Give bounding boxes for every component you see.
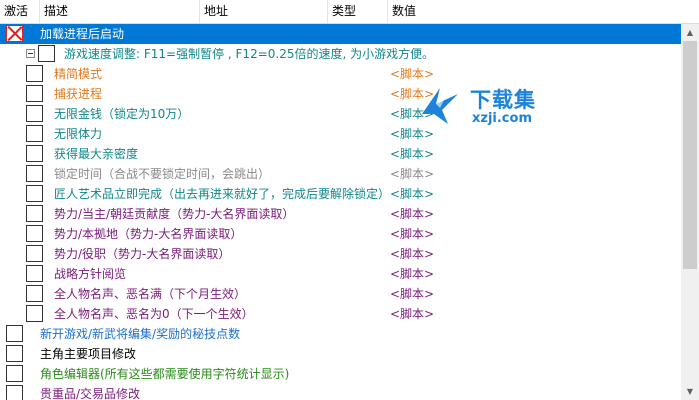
active-checkbox[interactable] (6, 345, 23, 362)
row-description: 无限金钱（锁定为10万） (54, 107, 190, 121)
header-description[interactable]: 描述 (40, 0, 200, 23)
table-row[interactable]: 贵重品/交易品修改 (0, 384, 681, 400)
table-row[interactable]: 加载进程后启动 (0, 24, 681, 44)
row-description: 角色编辑器(所有这些都需要使用字符统计显示) (40, 367, 290, 381)
row-value: <脚本> (390, 287, 435, 301)
header-address[interactable]: 地址 (200, 0, 328, 23)
row-value: <脚本> (390, 167, 435, 181)
row-description: 贵重品/交易品修改 (40, 387, 141, 400)
scroll-down-icon[interactable]: ▼ (681, 383, 699, 400)
table-row[interactable]: 游戏速度调整: F11=强制暂停 , F12=0.25倍的速度, 为小游戏方便。 (0, 44, 681, 64)
active-checkbox[interactable] (26, 205, 43, 222)
table-row[interactable]: 势力/本拠地（势力-大名界面读取） <脚本> (0, 224, 681, 244)
active-checkbox[interactable] (26, 245, 43, 262)
table-row[interactable]: 无限金钱（锁定为10万） <脚本> (0, 104, 681, 124)
active-checkbox[interactable] (26, 185, 43, 202)
header-active[interactable]: 激活 (0, 0, 40, 23)
row-description: 匠人艺术品立即完成（出去再进来就好了，完成后要解除锁定） (54, 187, 391, 201)
row-value: <脚本> (390, 207, 435, 221)
table-row[interactable]: 主角主要项目修改 (0, 344, 681, 364)
table-row[interactable]: 全人物名声、恶名满（下个月生效） <脚本> (0, 284, 681, 304)
active-checkbox[interactable] (6, 25, 23, 42)
table-row[interactable]: 角色编辑器(所有这些都需要使用字符统计显示) (0, 364, 681, 384)
row-value: <脚本> (390, 67, 435, 81)
collapse-icon[interactable] (26, 49, 35, 58)
row-value: <脚本> (390, 227, 435, 241)
table-row[interactable]: 锁定时间（合战不要锁定时间，会跳出） <脚本> (0, 164, 681, 184)
row-value: <脚本> (390, 107, 435, 121)
active-checkbox[interactable] (6, 385, 23, 400)
row-description: 捕获进程 (54, 87, 103, 101)
table-row[interactable]: 无限体力 <脚本> (0, 124, 681, 144)
active-checkbox[interactable] (26, 105, 43, 122)
row-description: 新开游戏/新武将编集/奖励的秘技点数 (40, 327, 241, 341)
row-description: 势力/役职（势力-大名界面读取） (54, 247, 231, 261)
active-checkbox[interactable] (26, 125, 43, 142)
row-description: 势力/本拠地（势力-大名界面读取） (54, 227, 243, 241)
header-value[interactable]: 数值 (388, 0, 681, 23)
table-row[interactable]: 势力/役职（势力-大名界面读取） <脚本> (0, 244, 681, 264)
row-description: 游戏速度调整: F11=强制暂停 , F12=0.25倍的速度, 为小游戏方便。 (64, 47, 435, 61)
active-checkbox[interactable] (26, 165, 43, 182)
row-description: 全人物名声、恶名为0（下一个生效） (54, 307, 254, 321)
table-row[interactable]: 战略方针阅览 <脚本> (0, 264, 681, 284)
row-description: 无限体力 (54, 127, 103, 141)
row-value: <脚本> (390, 147, 435, 161)
table-row[interactable]: 获得最大亲密度 <脚本> (0, 144, 681, 164)
vertical-scrollbar[interactable]: ▲ ▼ (681, 24, 699, 400)
row-description: 加载进程后启动 (40, 27, 125, 41)
column-header: 激活 描述 地址 类型 数值 (0, 0, 699, 24)
row-description: 获得最大亲密度 (54, 147, 139, 161)
table-row[interactable]: 捕获进程 <脚本> (0, 84, 681, 104)
table-row[interactable]: 匠人艺术品立即完成（出去再进来就好了，完成后要解除锁定） <脚本> (0, 184, 681, 204)
table-row[interactable]: 新开游戏/新武将编集/奖励的秘技点数 (0, 324, 681, 344)
row-description: 战略方针阅览 (54, 267, 127, 281)
row-value: <脚本> (390, 127, 435, 141)
scrollbar-thumb[interactable] (683, 41, 697, 269)
active-checkbox[interactable] (26, 305, 43, 322)
row-description: 锁定时间（合战不要锁定时间，会跳出） (54, 167, 271, 181)
row-value: <脚本> (390, 267, 435, 281)
active-checkbox[interactable] (26, 65, 43, 82)
active-checkbox[interactable] (26, 145, 43, 162)
active-checkbox[interactable] (26, 265, 43, 282)
active-checkbox[interactable] (38, 45, 55, 62)
row-description: 精简模式 (54, 67, 103, 81)
row-description: 主角主要项目修改 (40, 347, 137, 361)
active-checkbox[interactable] (6, 365, 23, 382)
table-row[interactable]: 势力/当主/朝廷贡献度（势力-大名界面读取） <脚本> (0, 204, 681, 224)
active-checkbox[interactable] (6, 325, 23, 342)
row-value: <脚本> (390, 307, 435, 321)
cheat-table-list: 加载进程后启动游戏速度调整: F11=强制暂停 , F12=0.25倍的速度, … (0, 24, 681, 400)
row-description: 全人物名声、恶名满（下个月生效） (54, 287, 247, 301)
active-checkbox[interactable] (26, 225, 43, 242)
row-value: <脚本> (390, 187, 435, 201)
row-value: <脚本> (390, 247, 435, 261)
header-type[interactable]: 类型 (328, 0, 388, 23)
row-value: <脚本> (390, 87, 435, 101)
row-description: 势力/当主/朝廷贡献度（势力-大名界面读取） (54, 207, 295, 221)
scroll-up-icon[interactable]: ▲ (681, 24, 699, 41)
active-checkbox[interactable] (26, 85, 43, 102)
active-checkbox[interactable] (26, 285, 43, 302)
table-row[interactable]: 精简模式 <脚本> (0, 64, 681, 84)
table-row[interactable]: 全人物名声、恶名为0（下一个生效） <脚本> (0, 304, 681, 324)
